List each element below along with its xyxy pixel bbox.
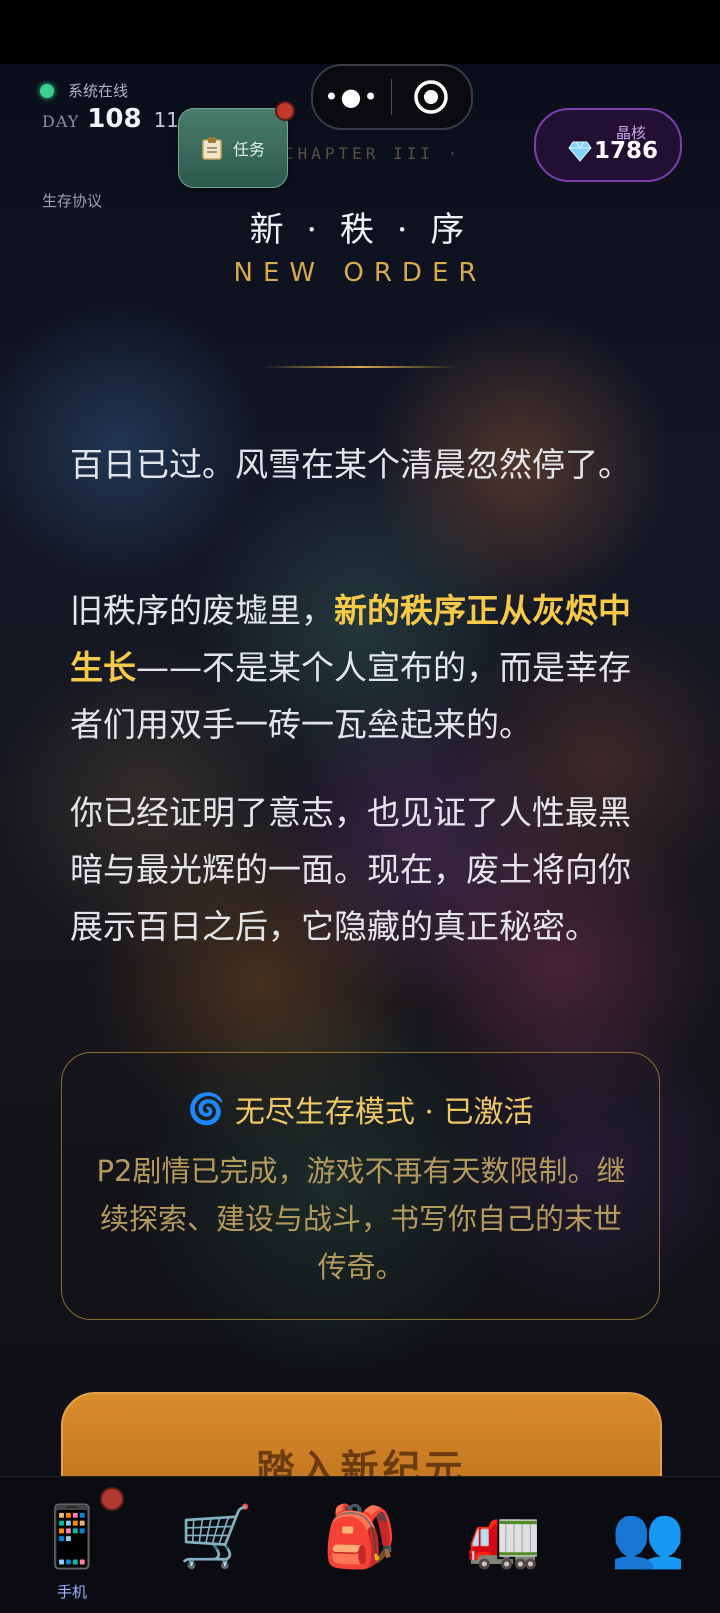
cyclone-icon: 🌀 <box>187 1091 225 1127</box>
chapter-subtitle: CHAPTER III · <box>284 144 462 163</box>
endless-mode-card: 🌀 无尽生存模式 · 已激活 P2剧情已完成，游戏不再有天数限制。继续探索、建设… <box>61 1052 660 1320</box>
cart-icon: 🛒 <box>176 1497 256 1577</box>
tab-truck[interactable]: 🚛 <box>432 1477 576 1613</box>
chapter-title: 新 · 秩 · 序 <box>249 210 471 250</box>
clipboard-icon <box>202 137 222 160</box>
title-divider <box>262 366 458 368</box>
target-close-icon <box>414 80 448 114</box>
people-emoji: 👥 <box>610 1502 686 1572</box>
more-dots-icon: •●• <box>324 83 380 111</box>
crystal-currency-button[interactable]: 晶核 1786 <box>534 108 682 182</box>
more-menu-button[interactable]: •●• <box>313 83 391 111</box>
people-icon: 👥 <box>608 1497 688 1577</box>
mode-title-text: 无尽生存模式 · 已激活 <box>234 1095 534 1130</box>
story-text: ——不是某个人宣布的，而是幸存者们用双手一砖一瓦垒起来的。 <box>70 648 631 744</box>
backpack-icon: 🎒 <box>320 1497 400 1577</box>
notification-badge <box>100 1487 124 1511</box>
close-mini-program-button[interactable] <box>392 79 470 115</box>
chapter-title-english: NEW ORDER <box>233 258 487 288</box>
mini-program-capsule: •●• <box>311 64 473 130</box>
crystal-value: 1786 <box>594 138 659 164</box>
mode-description: P2剧情已完成，游戏不再有天数限制。继续探索、建设与战斗，书写你自己的末世传奇。 <box>96 1154 626 1284</box>
tab-people[interactable]: 👥 <box>576 1477 720 1613</box>
system-status-bar <box>0 0 720 64</box>
tab-phone[interactable]: 📱 手机 <box>0 1477 144 1613</box>
crystal-value-group: 1786 <box>568 138 658 164</box>
truck-icon: 🚛 <box>464 1497 544 1577</box>
bottom-tab-bar: 📱 手机 🛒 🎒 🚛 👥 <box>0 1476 720 1613</box>
hour-value: 11 <box>153 108 180 132</box>
notification-badge <box>275 101 295 121</box>
mode-title: 🌀 无尽生存模式 · 已激活 <box>62 1087 659 1131</box>
cart-emoji: 🛒 <box>178 1502 254 1572</box>
online-indicator-icon <box>40 83 54 98</box>
gem-icon <box>568 141 592 162</box>
tab-phone-label: 手机 <box>56 1583 87 1601</box>
task-button[interactable]: 任务 <box>178 101 295 188</box>
task-button-label: 任务 <box>232 140 265 159</box>
status-text: 系统在线 <box>68 82 129 100</box>
story-text: 旧秩序的废墟里， <box>70 591 334 630</box>
day-number: 108 <box>87 104 142 134</box>
system-status: 系统在线 <box>40 80 128 101</box>
story-paragraph-2: 旧秩序的废墟里，新的秩序正从灰烬中生长——不是某个人宣布的，而是幸存者们用双手一… <box>70 582 655 753</box>
tab-shop[interactable]: 🛒 <box>144 1477 288 1613</box>
phone-icon: 📱 <box>32 1497 112 1577</box>
phone-emoji: 📱 <box>34 1502 110 1572</box>
day-label: DAY <box>42 112 80 131</box>
backpack-emoji: 🎒 <box>322 1502 398 1572</box>
story-paragraph-3: 你已经证明了意志，也见证了人性最黑暗与最光辉的一面。现在，废土将向你展示百日之后… <box>70 793 631 946</box>
tab-backpack[interactable]: 🎒 <box>288 1477 432 1613</box>
story-paragraph-1: 百日已过。风雪在某个清晨忽然停了。 <box>70 445 631 484</box>
truck-emoji: 🚛 <box>466 1502 542 1572</box>
day-counter: DAY 108 11 <box>42 104 179 134</box>
